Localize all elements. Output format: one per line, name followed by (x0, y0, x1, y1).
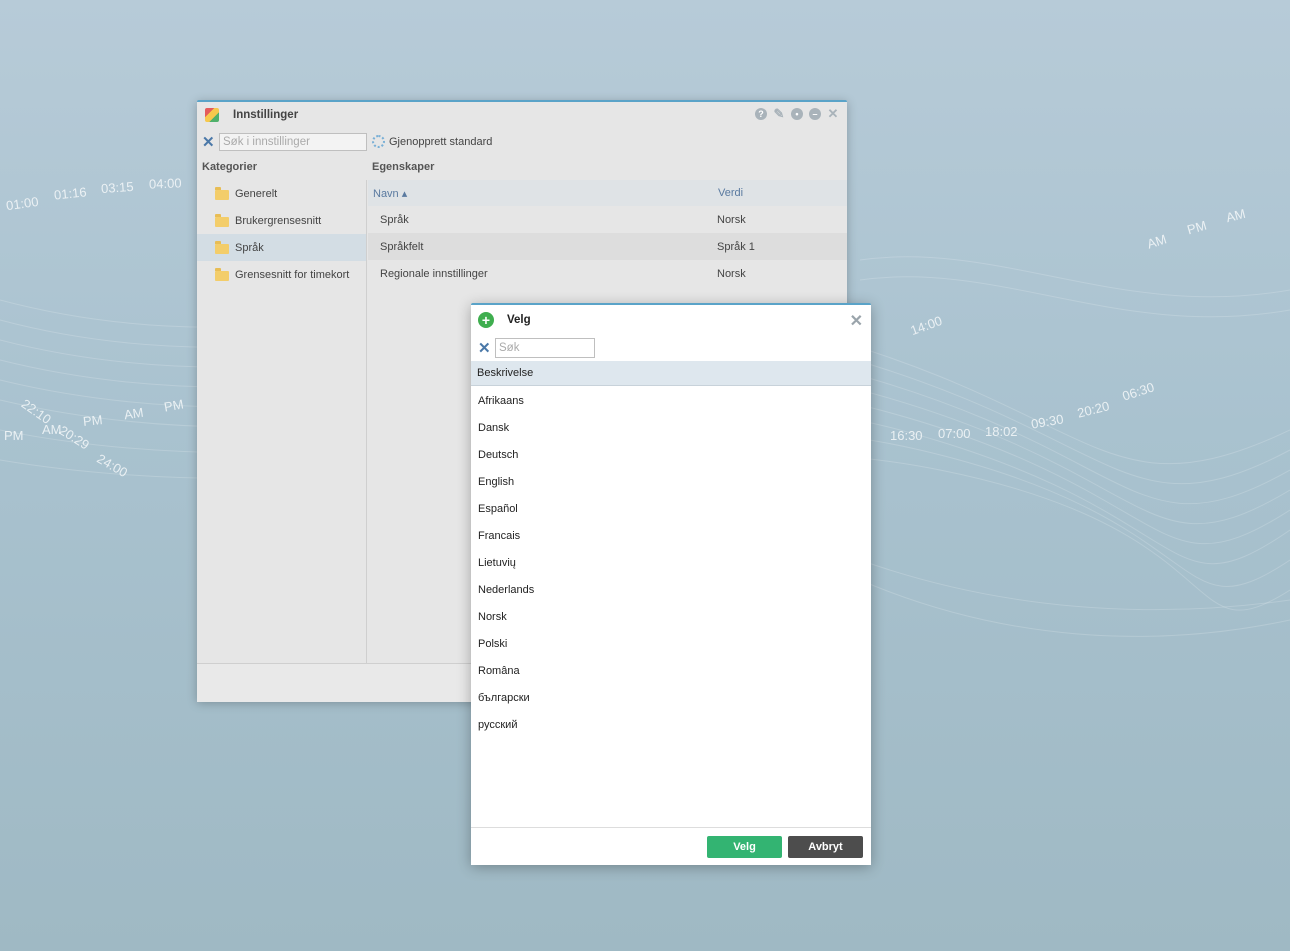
settings-search-input[interactable] (219, 133, 367, 151)
table-row[interactable]: Språk Norsk (368, 206, 847, 233)
wallpaper-label: 03:15 (100, 178, 135, 197)
close-icon[interactable]: ✕ (850, 311, 863, 331)
property-value: Norsk (717, 267, 746, 280)
dialog-titlebar[interactable]: + Velg ✕ (471, 305, 871, 335)
wallpaper-label: 16:30 (890, 428, 923, 443)
property-value: Språk 1 (717, 240, 755, 253)
properties-grid-header: Navn ▴ Verdi (368, 180, 847, 206)
restore-icon[interactable]: • (791, 108, 803, 120)
gear-icon (372, 135, 385, 148)
window-controls: ? ✎ • – ✕ (755, 107, 839, 120)
categories-header: Kategorier (202, 161, 258, 173)
category-label: Generelt (235, 187, 278, 200)
list-item[interactable]: English (471, 468, 871, 495)
clear-search-icon[interactable]: ✕ (478, 339, 491, 357)
dialog-footer: Velg Avbryt (471, 827, 871, 865)
minimize-icon[interactable]: – (809, 108, 821, 120)
category-item-sprak[interactable]: Språk (197, 234, 366, 261)
dialog-search-input[interactable] (495, 338, 595, 358)
table-row[interactable]: Regionale innstillinger Norsk (368, 260, 847, 287)
list-item[interactable]: Lietuvių (471, 549, 871, 576)
folder-icon (215, 186, 229, 200)
wallpaper-label: 07:00 (938, 426, 971, 441)
list-item[interactable]: български (471, 684, 871, 711)
property-name: Språkfelt (380, 240, 424, 253)
list-item[interactable]: Francais (471, 522, 871, 549)
wallpaper-label: 18:02 (985, 424, 1018, 439)
folder-icon (215, 213, 229, 227)
window-titlebar[interactable]: Innstillinger ? ✎ • – ✕ (197, 102, 847, 128)
property-name: Språk (380, 213, 409, 226)
column-header-name[interactable]: Navn ▴ (368, 187, 713, 200)
category-item-generelt[interactable]: Generelt (197, 180, 366, 207)
category-item-grensesnitt-timekort[interactable]: Grensesnitt for timekort (197, 261, 366, 288)
clear-search-icon[interactable]: ✕ (202, 133, 215, 151)
wallpaper-label: PM (82, 412, 104, 429)
list-header-description[interactable]: Beskrivelse (471, 361, 871, 386)
category-item-brukergrensesnitt[interactable]: Brukergrensesnitt (197, 207, 366, 234)
wallpaper-label: PM (4, 428, 24, 443)
window-title: Innstillinger (233, 109, 299, 121)
restore-defaults-button[interactable]: Gjenopprett standard (372, 135, 492, 148)
list-item[interactable]: Polski (471, 630, 871, 657)
list-item[interactable]: Deutsch (471, 441, 871, 468)
language-list: Afrikaans Dansk Deutsch English Español … (471, 387, 871, 738)
wallpaper-label: AM (123, 404, 145, 423)
properties-header: Egenskaper (372, 161, 435, 173)
list-item[interactable]: Nederlands (471, 576, 871, 603)
category-label: Grensesnitt for timekort (235, 268, 350, 281)
table-row[interactable]: Språkfelt Språk 1 (368, 233, 847, 260)
pin-icon[interactable]: ✎ (773, 107, 785, 120)
settings-app-icon (205, 108, 219, 122)
restore-defaults-label: Gjenopprett standard (389, 135, 493, 148)
settings-toolbar: ✕ Gjenopprett standard (197, 130, 847, 154)
folder-icon (215, 240, 229, 254)
wallpaper-label: 04:00 (148, 175, 182, 192)
list-item[interactable]: русский (471, 711, 871, 738)
property-value: Norsk (717, 213, 746, 226)
folder-icon (215, 267, 229, 281)
property-name: Regionale innstillinger (380, 267, 488, 280)
list-item[interactable]: Español (471, 495, 871, 522)
select-button[interactable]: Velg (707, 836, 782, 858)
select-dialog: + Velg ✕ ✕ Beskrivelse Afrikaans Dansk D… (471, 303, 871, 865)
help-icon[interactable]: ? (755, 108, 767, 120)
category-label: Språk (235, 241, 264, 254)
category-label: Brukergrensesnitt (235, 214, 322, 227)
category-list: Generelt Brukergrensesnitt Språk Grenses… (197, 180, 367, 663)
list-item[interactable]: Norsk (471, 603, 871, 630)
add-icon: + (478, 312, 494, 328)
list-item[interactable]: Afrikaans (471, 387, 871, 414)
column-header-value[interactable]: Verdi (713, 187, 743, 199)
list-item[interactable]: Dansk (471, 414, 871, 441)
dialog-title: Velg (507, 314, 531, 326)
close-icon[interactable]: ✕ (827, 107, 839, 120)
list-item[interactable]: Româna (471, 657, 871, 684)
cancel-button[interactable]: Avbryt (788, 836, 863, 858)
